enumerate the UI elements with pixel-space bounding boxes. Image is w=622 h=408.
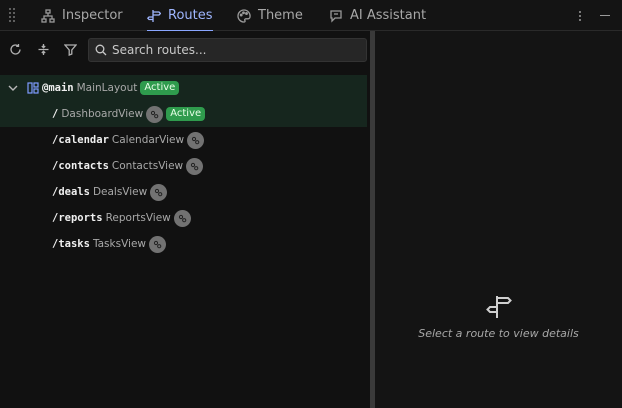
lazy-load-icon bbox=[186, 157, 204, 175]
route-row[interactable]: /contacts ContactsView bbox=[0, 153, 367, 179]
search-input[interactable] bbox=[112, 43, 352, 57]
route-details-panel: Select a route to view details bbox=[375, 31, 622, 408]
route-path: /tasks bbox=[52, 238, 90, 250]
route-path: /deals bbox=[52, 186, 90, 198]
status-badge: Active bbox=[166, 107, 206, 121]
route-component: DashboardView bbox=[61, 108, 144, 120]
route-component: ContactsView bbox=[111, 160, 184, 172]
sitemap-icon bbox=[41, 8, 55, 23]
tab-inspector[interactable]: Inspector bbox=[41, 0, 123, 31]
filter-icon bbox=[63, 43, 77, 56]
routes-toolbar bbox=[0, 31, 370, 69]
minimize-button[interactable] bbox=[598, 0, 612, 31]
route-row[interactable]: /reports ReportsView bbox=[0, 205, 367, 231]
lazy-load-icon bbox=[187, 131, 205, 149]
routes-tree: @main MainLayout Active / DashboardView … bbox=[0, 75, 367, 257]
drag-handle-icon[interactable] bbox=[9, 8, 15, 22]
route-component: DealsView bbox=[92, 186, 148, 198]
collapse-all-button[interactable] bbox=[35, 41, 51, 57]
route-path: / bbox=[52, 108, 59, 120]
tab-routes[interactable]: Routes bbox=[147, 0, 213, 32]
route-row[interactable]: /tasks TasksView bbox=[0, 231, 367, 257]
route-row[interactable]: / DashboardView Active bbox=[0, 101, 367, 127]
route-path: /calendar bbox=[52, 134, 109, 146]
route-row[interactable]: /deals DealsView bbox=[0, 179, 367, 205]
lazy-load-icon bbox=[150, 183, 168, 201]
route-path: /reports bbox=[52, 212, 103, 224]
filter-button[interactable] bbox=[62, 41, 78, 57]
lazy-load-icon bbox=[149, 235, 166, 253]
status-badge: Active bbox=[140, 81, 180, 95]
signpost-icon bbox=[147, 9, 161, 22]
empty-state-text: Select a route to view details bbox=[418, 327, 579, 340]
lazy-load-icon bbox=[146, 105, 164, 123]
route-row-main[interactable]: @main MainLayout Active bbox=[0, 75, 367, 101]
minimize-icon bbox=[600, 15, 610, 16]
palette-icon bbox=[237, 8, 251, 23]
tab-label: Routes bbox=[168, 8, 213, 23]
tab-label: Theme bbox=[258, 8, 303, 23]
search-box[interactable] bbox=[88, 38, 367, 62]
chevron-down-icon[interactable] bbox=[7, 82, 19, 94]
tab-label: AI Assistant bbox=[350, 8, 427, 23]
route-component: ReportsView bbox=[105, 212, 171, 224]
routes-panel: @main MainLayout Active / DashboardView … bbox=[0, 31, 370, 408]
kebab-icon bbox=[579, 10, 581, 22]
more-options-button[interactable] bbox=[573, 0, 587, 31]
tab-theme[interactable]: Theme bbox=[237, 0, 303, 31]
refresh-icon bbox=[9, 43, 21, 55]
route-component: MainLayout bbox=[76, 82, 138, 94]
lazy-load-icon bbox=[173, 209, 191, 227]
refresh-button[interactable] bbox=[7, 41, 23, 57]
route-component: CalendarView bbox=[111, 134, 185, 146]
layout-icon bbox=[27, 82, 39, 94]
signpost-icon bbox=[486, 296, 512, 318]
chat-icon bbox=[330, 9, 342, 23]
tab-label: Inspector bbox=[62, 8, 123, 23]
devtools-tab-bar: Inspector Routes Theme AI Assistant bbox=[0, 0, 622, 32]
route-path: @main bbox=[42, 82, 74, 94]
route-path: /contacts bbox=[52, 160, 109, 172]
route-component: TasksView bbox=[92, 238, 146, 250]
route-row[interactable]: /calendar CalendarView bbox=[0, 127, 367, 153]
search-icon bbox=[95, 44, 107, 56]
tab-ai-assistant[interactable]: AI Assistant bbox=[329, 0, 426, 31]
collapse-icon bbox=[38, 43, 48, 55]
